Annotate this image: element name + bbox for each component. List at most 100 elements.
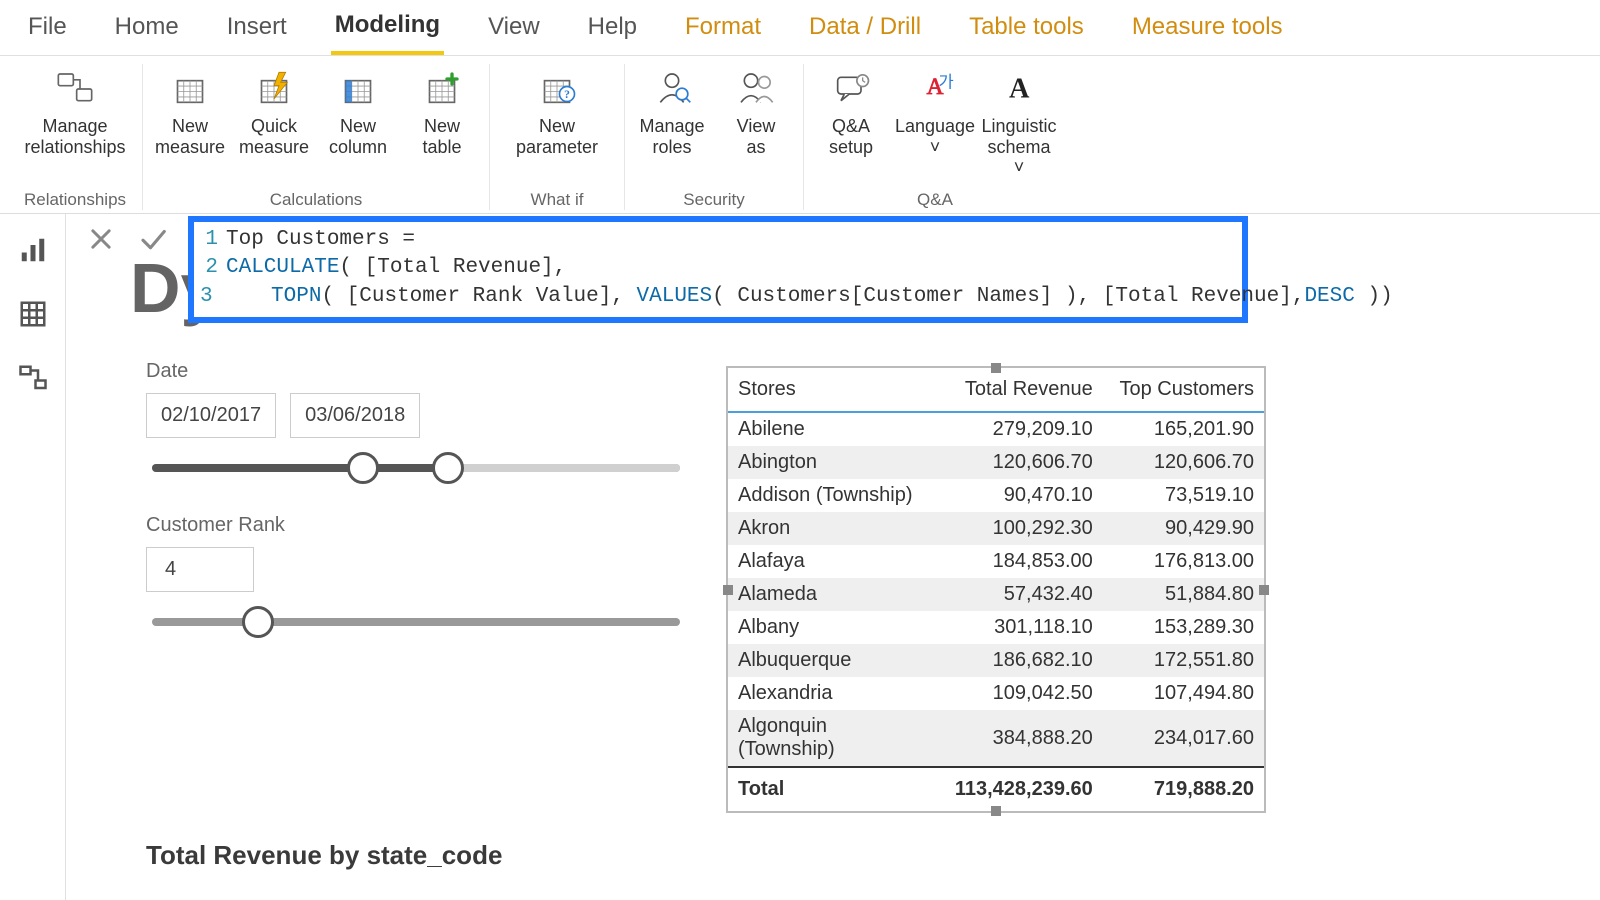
stores-table: StoresTotal RevenueTop Customers Abilene… — [728, 368, 1264, 811]
ribbon-btn-label: New — [340, 116, 376, 137]
menu-tab-insert[interactable]: Insert — [223, 9, 291, 53]
dax-formula-editor[interactable]: 1Top Customers =2CALCULATE( [Total Reven… — [188, 216, 1248, 323]
formula-commit-button[interactable] — [136, 222, 170, 256]
ribbon-group-relationships: ManagerelationshipsRelationships — [8, 64, 143, 210]
table-cell: Alexandria — [728, 677, 938, 710]
ribbon-group-label: Security — [683, 188, 744, 210]
report-canvas: Date 02/10/2017 03/06/2018 Customer Rank… — [66, 330, 1600, 900]
resize-handle-right[interactable] — [1259, 585, 1269, 595]
ribbon: ManagerelationshipsRelationshipsNewmeasu… — [0, 56, 1600, 214]
menu-tab-help[interactable]: Help — [584, 9, 641, 53]
table-cell: Abilene — [728, 412, 938, 446]
linguistic-schema-button[interactable]: ALinguisticschema ˅ — [980, 64, 1058, 188]
new-table-icon — [417, 68, 467, 110]
left-nav — [0, 214, 66, 900]
formula-line: 1Top Customers = — [200, 226, 1236, 254]
table-cell: 107,494.80 — [1103, 677, 1264, 710]
table-cell: 172,551.80 — [1103, 644, 1264, 677]
menu-tab-view[interactable]: View — [484, 9, 544, 53]
new-table-button[interactable]: Newtable — [403, 64, 481, 188]
customer-rank-slider-track[interactable] — [152, 618, 680, 626]
new-column-icon — [333, 68, 383, 110]
ribbon-btn-label: Language — [895, 116, 975, 137]
customer-rank-label: Customer Rank — [146, 514, 686, 537]
new-measure-button[interactable]: Newmeasure — [151, 64, 229, 188]
menu-tabs: File Home Insert Modeling View Help Format Data… — [0, 0, 1600, 56]
table-row[interactable]: Alameda57,432.4051,884.80 — [728, 578, 1264, 611]
table-cell: Abington — [728, 446, 938, 479]
svg-text:A: A — [1009, 73, 1030, 104]
customer-rank-slider-handle[interactable] — [242, 606, 274, 638]
table-cell: 165,201.90 — [1103, 412, 1264, 446]
menu-tab-data-drill[interactable]: Data / Drill — [805, 9, 925, 53]
stores-table-visual[interactable]: StoresTotal RevenueTop Customers Abilene… — [726, 366, 1266, 813]
ribbon-group-security: ManagerolesViewasSecurity — [625, 64, 804, 210]
formula-line-text: TOPN( [Customer Rank Value], VALUES( Cus… — [221, 283, 1393, 311]
date-slider-track[interactable] — [152, 464, 680, 472]
table-row[interactable]: Akron100,292.3090,429.90 — [728, 512, 1264, 545]
view-as-button[interactable]: Viewas — [717, 64, 795, 188]
table-row[interactable]: Alexandria109,042.50107,494.80 — [728, 677, 1264, 710]
line-number: 2 — [200, 254, 226, 282]
date-slider-handle-start[interactable] — [347, 452, 379, 484]
date-slider-handle-end[interactable] — [432, 452, 464, 484]
table-row[interactable]: Abilene279,209.10165,201.90 — [728, 412, 1264, 446]
ribbon-btn-label2: parameter — [516, 137, 598, 158]
svg-text:가: 가 — [938, 72, 953, 91]
linguistic-schema-icon: A — [994, 68, 1044, 110]
ribbon-btn-label: Quick — [251, 116, 297, 137]
ribbon-btn-label2: measure — [155, 137, 225, 158]
customer-rank-slicer[interactable]: Customer Rank 4 — [146, 514, 686, 626]
menu-tab-table-tools[interactable]: Table tools — [965, 9, 1088, 53]
ribbon-btn-label2: measure — [239, 137, 309, 158]
table-row[interactable]: Alafaya184,853.00176,813.00 — [728, 545, 1264, 578]
menu-tab-format[interactable]: Format — [681, 9, 765, 53]
table-header[interactable]: Total Revenue — [938, 368, 1103, 412]
new-parameter-button[interactable]: ?Newparameter — [498, 64, 616, 188]
table-cell: Alafaya — [728, 545, 938, 578]
menu-tab-modeling[interactable]: Modeling — [331, 7, 444, 55]
language--button[interactable]: A가Language ˅ — [896, 64, 974, 188]
menu-tab-home[interactable]: Home — [111, 9, 183, 53]
language-icon: A가 — [910, 68, 960, 110]
resize-handle-left[interactable] — [723, 585, 733, 595]
table-header[interactable]: Top Customers — [1103, 368, 1264, 412]
customer-rank-input[interactable]: 4 — [146, 547, 254, 592]
ribbon-btn-label2: column — [329, 137, 387, 158]
manage-relationships-button[interactable]: Managerelationships — [16, 64, 134, 188]
model-view-icon[interactable] — [15, 360, 51, 396]
date-from-input[interactable]: 02/10/2017 — [146, 393, 276, 438]
manage-roles-button[interactable]: Manageroles — [633, 64, 711, 188]
table-row[interactable]: Albany301,118.10153,289.30 — [728, 611, 1264, 644]
data-view-icon[interactable] — [15, 296, 51, 332]
table-cell: 120,606.70 — [938, 446, 1103, 479]
date-slicer[interactable]: Date 02/10/2017 03/06/2018 — [146, 360, 686, 472]
ribbon-btn-label: Q&A — [832, 116, 870, 137]
new-column-button[interactable]: Newcolumn — [319, 64, 397, 188]
table-row[interactable]: Albuquerque186,682.10172,551.80 — [728, 644, 1264, 677]
resize-handle-top[interactable] — [991, 363, 1001, 373]
table-row[interactable]: Algonquin (Township)384,888.20234,017.60 — [728, 710, 1264, 767]
ribbon-btn-label2: relationships — [24, 137, 125, 158]
quick-measure-button[interactable]: Quickmeasure — [235, 64, 313, 188]
q-a-setup-button[interactable]: Q&Asetup — [812, 64, 890, 188]
date-to-input[interactable]: 03/06/2018 — [290, 393, 420, 438]
table-header[interactable]: Stores — [728, 368, 938, 412]
resize-handle-bottom[interactable] — [991, 806, 1001, 816]
table-row[interactable]: Addison (Township)90,470.1073,519.10 — [728, 479, 1264, 512]
table-cell: 153,289.30 — [1103, 611, 1264, 644]
qa-setup-icon — [826, 68, 876, 110]
menu-tab-measure-tools[interactable]: Measure tools — [1128, 9, 1287, 53]
new-measure-icon — [165, 68, 215, 110]
table-cell: Albuquerque — [728, 644, 938, 677]
table-cell: 109,042.50 — [938, 677, 1103, 710]
table-row[interactable]: Abington120,606.70120,606.70 — [728, 446, 1264, 479]
ribbon-group-label: What if — [531, 188, 584, 210]
table-total-cell: Total — [728, 767, 938, 811]
table-cell: Akron — [728, 512, 938, 545]
report-view-icon[interactable] — [15, 232, 51, 268]
formula-cancel-button[interactable] — [84, 222, 118, 256]
formula-line-text: Top Customers = — [226, 226, 415, 254]
line-number: 1 — [200, 226, 226, 254]
menu-tab-file[interactable]: File — [24, 9, 71, 53]
